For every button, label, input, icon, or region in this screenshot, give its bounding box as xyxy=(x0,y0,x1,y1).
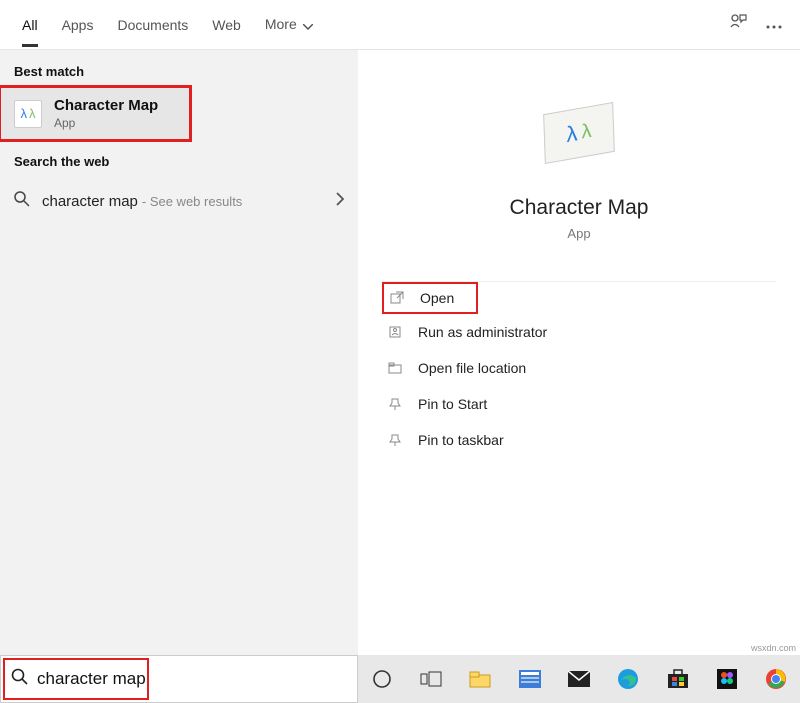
best-match-subtitle: App xyxy=(54,116,158,130)
character-map-app-icon: λλ xyxy=(534,108,624,178)
pin-to-start-label: Pin to Start xyxy=(418,396,487,412)
open-file-location-button[interactable]: Open file location xyxy=(382,350,776,386)
feedback-icon[interactable] xyxy=(728,12,748,37)
search-tabs: All Apps Documents Web More xyxy=(0,0,800,50)
preview-panel: λλ Character Map App Open Run as adminis… xyxy=(358,50,800,655)
open-icon xyxy=(388,291,406,305)
app-subtitle: App xyxy=(376,226,782,241)
search-icon xyxy=(11,668,29,691)
search-icon xyxy=(14,191,30,212)
taskbar xyxy=(358,655,800,703)
best-match-title: Character Map xyxy=(54,97,158,114)
web-result-text: character map xyxy=(42,193,138,210)
folder-icon xyxy=(386,361,404,375)
task-view-icon[interactable] xyxy=(417,665,444,693)
app-icon[interactable] xyxy=(516,665,543,693)
tab-more[interactable]: More xyxy=(253,2,325,47)
search-web-label: Search the web xyxy=(0,140,358,177)
shield-icon xyxy=(386,325,404,339)
pin-to-taskbar-label: Pin to taskbar xyxy=(418,432,504,448)
results-panel: Best match λλ Character Map App Search t… xyxy=(0,50,358,655)
chrome-icon[interactable] xyxy=(763,665,790,693)
open-file-location-label: Open file location xyxy=(418,360,526,376)
best-match-result[interactable]: λλ Character Map App xyxy=(0,87,190,140)
tab-apps[interactable]: Apps xyxy=(50,3,106,47)
app-actions: Open Run as administrator Open file loca… xyxy=(382,281,776,458)
file-explorer-icon[interactable] xyxy=(467,665,494,693)
best-match-label: Best match xyxy=(0,50,358,87)
app-preview: λλ Character Map App xyxy=(376,68,782,261)
tab-web[interactable]: Web xyxy=(200,3,253,47)
chevron-down-icon xyxy=(303,17,313,33)
mail-icon[interactable] xyxy=(565,665,592,693)
pin-icon xyxy=(386,433,404,447)
app-title: Character Map xyxy=(376,196,782,220)
store-icon[interactable] xyxy=(664,665,691,693)
tab-all[interactable]: All xyxy=(10,3,50,47)
tab-more-label: More xyxy=(265,16,297,32)
search-bar[interactable] xyxy=(0,655,358,703)
run-as-admin-label: Run as administrator xyxy=(418,324,547,340)
pin-to-taskbar-button[interactable]: Pin to taskbar xyxy=(382,422,776,458)
pin-to-start-button[interactable]: Pin to Start xyxy=(382,386,776,422)
web-search-result[interactable]: character map - See web results xyxy=(0,177,358,226)
edge-icon[interactable] xyxy=(615,665,642,693)
character-map-icon: λλ xyxy=(14,100,42,128)
chevron-right-icon xyxy=(336,192,344,211)
tab-documents[interactable]: Documents xyxy=(105,3,200,47)
web-result-suffix: - See web results xyxy=(142,194,242,209)
watermark: wsxdn.com xyxy=(751,643,796,653)
pin-icon xyxy=(386,397,404,411)
run-as-admin-button[interactable]: Run as administrator xyxy=(382,314,776,350)
open-button[interactable]: Open xyxy=(382,282,478,314)
figma-icon[interactable] xyxy=(713,665,740,693)
cortana-icon[interactable] xyxy=(368,665,395,693)
search-input[interactable] xyxy=(37,669,347,689)
open-label: Open xyxy=(420,290,454,306)
ellipsis-icon[interactable] xyxy=(766,16,782,34)
